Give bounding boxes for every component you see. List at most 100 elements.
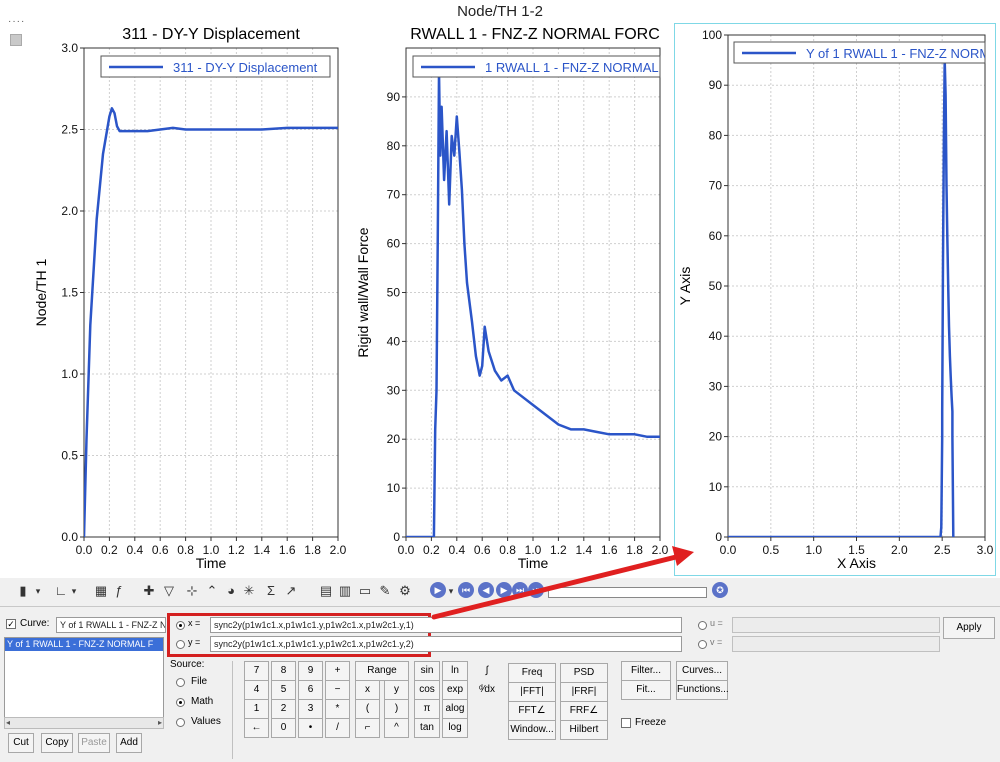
source-values-radio[interactable] — [176, 718, 185, 727]
range-button[interactable]: Range — [355, 661, 409, 681]
keypad-button[interactable]: 0 — [271, 718, 296, 738]
gear-icon[interactable]: ⚙ — [396, 582, 414, 600]
play-icon[interactable]: ▶ — [496, 582, 512, 598]
keypad-button[interactable]: * — [325, 699, 350, 719]
derivative-icon[interactable]: ᵈ⁄dx — [476, 680, 498, 700]
scroll-left-icon[interactable]: ◂ — [6, 718, 10, 727]
scroll-right-icon[interactable]: ▸ — [158, 718, 162, 727]
keypad-button[interactable]: 4 — [244, 680, 269, 700]
crosshair-icon[interactable]: ⊹ — [183, 582, 201, 600]
calculator-icon[interactable]: ▦ — [92, 582, 110, 600]
freq-button[interactable]: PSD — [560, 663, 608, 683]
curve-list-item[interactable]: Y of 1 RWALL 1 - FNZ-Z NORMAL F — [5, 638, 163, 651]
table-icon[interactable]: ▥ — [336, 582, 354, 600]
pi-button[interactable]: π — [414, 699, 440, 719]
keypad-button[interactable]: 7 — [244, 661, 269, 681]
keypad-button[interactable]: / — [325, 718, 350, 738]
dropdown-icon[interactable]: ▾ — [446, 582, 456, 600]
keypad-button[interactable]: 3 — [298, 699, 323, 719]
paste-button[interactable]: Paste — [78, 733, 110, 753]
settings-icon[interactable]: ✪ — [712, 582, 728, 598]
play-icon[interactable]: ▶ — [430, 582, 446, 598]
color-wheel-icon[interactable]: ◕ — [222, 582, 240, 600]
forward-icon[interactable]: ⏭ — [512, 582, 528, 598]
curve-list[interactable]: Y of 1 RWALL 1 - FNZ-Z NORMAL F — [4, 637, 164, 729]
freq-button[interactable]: FFT∠ — [508, 701, 556, 721]
fit-button[interactable]: Fit... — [621, 680, 671, 700]
x-tick-label: 0.2 — [423, 543, 440, 557]
y-radio[interactable] — [176, 640, 185, 649]
func-button-exp[interactable]: exp — [442, 680, 468, 700]
keypad-button[interactable]: • — [298, 718, 323, 738]
copy-button[interactable]: Copy — [41, 733, 73, 753]
source-file-radio[interactable] — [176, 678, 185, 687]
freq-button[interactable]: |FRF| — [560, 682, 608, 702]
curve-name-field[interactable]: Y of 1 RWALL 1 - FNZ-Z NORM — [56, 617, 166, 633]
not-button[interactable]: ⌐ — [355, 718, 380, 738]
apply-button[interactable]: Apply — [943, 617, 995, 639]
x-button[interactable]: x — [355, 680, 380, 700]
keypad-button[interactable]: ← — [244, 718, 269, 738]
back-icon[interactable]: ◀ — [478, 582, 494, 598]
chart-type-icon[interactable]: ▮ — [14, 582, 32, 600]
keypad-button[interactable]: 6 — [298, 680, 323, 700]
curve-checkbox[interactable]: ✓ — [6, 619, 16, 629]
freq-button[interactable]: Window... — [508, 720, 556, 740]
freq-button[interactable]: |FFT| — [508, 682, 556, 702]
slider-track[interactable] — [548, 587, 707, 598]
keypad-button[interactable]: + — [325, 661, 350, 681]
axis-icon[interactable]: ∟ — [52, 582, 70, 600]
open-paren-button[interactable]: ( — [355, 699, 380, 719]
note-icon[interactable]: ✎ — [376, 582, 394, 600]
freeze-checkbox[interactable] — [621, 718, 631, 728]
list-scrollbar[interactable]: ◂ ▸ — [4, 717, 164, 729]
func-button-ln[interactable]: ln — [442, 661, 468, 681]
rewind-icon[interactable]: ⏮ — [458, 582, 474, 598]
asterisk-icon[interactable]: ✳ — [240, 582, 258, 600]
freq-button[interactable]: Hilbert — [560, 720, 608, 740]
func-button-log[interactable]: log — [442, 718, 468, 738]
cut-button[interactable]: Cut — [8, 733, 34, 753]
y-button[interactable]: y — [384, 680, 409, 700]
keypad-button[interactable]: 1 — [244, 699, 269, 719]
freq-button[interactable]: Freq — [508, 663, 556, 683]
peak-icon[interactable]: ⌃ — [203, 582, 221, 600]
curve-fit-icon[interactable]: ↗ — [282, 582, 300, 600]
integral-icon[interactable]: ∫ — [476, 661, 498, 681]
x-radio[interactable] — [176, 621, 185, 630]
add-button[interactable]: Add — [116, 733, 142, 753]
keypad-button[interactable]: 5 — [271, 680, 296, 700]
grid-icon[interactable]: ▤ — [317, 582, 335, 600]
sigma-icon[interactable]: Σ — [262, 582, 280, 600]
curves-button[interactable]: Curves... — [676, 661, 728, 681]
func-button-tan[interactable]: tan — [414, 718, 440, 738]
v-radio[interactable] — [698, 640, 707, 649]
y-expression-field[interactable]: sync2y(p1w1c1.x,p1w1c1.y,p1w2c1.x,p1w2c1… — [210, 636, 682, 652]
u-field[interactable] — [732, 617, 940, 633]
func-button-cos[interactable]: cos — [414, 680, 440, 700]
add-curve-icon[interactable]: ✚ — [140, 582, 158, 600]
y-tick-label: 70 — [387, 188, 401, 202]
v-field[interactable] — [732, 636, 940, 652]
func-button-sin[interactable]: sin — [414, 661, 440, 681]
page-icon[interactable]: ▭ — [356, 582, 374, 600]
keypad-button[interactable]: 2 — [271, 699, 296, 719]
keypad-button[interactable]: 9 — [298, 661, 323, 681]
keypad-button[interactable]: − — [325, 680, 350, 700]
y-axis-label: Rigid wall/Wall Force — [355, 227, 371, 357]
dropdown-icon[interactable]: ▾ — [33, 582, 43, 600]
functions-button[interactable]: Functions... — [676, 680, 729, 700]
func-button-alog[interactable]: alog — [442, 699, 468, 719]
fx-icon[interactable]: ƒ — [110, 582, 128, 600]
end-icon[interactable]: ⏯ — [528, 582, 544, 598]
close-paren-button[interactable]: ) — [384, 699, 409, 719]
keypad-button[interactable]: 8 — [271, 661, 296, 681]
freq-button[interactable]: FRF∠ — [560, 701, 608, 721]
u-radio[interactable] — [698, 621, 707, 630]
source-math-radio[interactable] — [176, 698, 185, 707]
x-expression-field[interactable]: sync2y(p1w1c1.x,p1w1c1.y,p1w2c1.x,p1w2c1… — [210, 617, 682, 633]
filter-icon[interactable]: ▽ — [160, 582, 178, 600]
dropdown-icon[interactable]: ▾ — [69, 582, 79, 600]
filter-button[interactable]: Filter... — [621, 661, 671, 681]
power-button[interactable]: ^ — [384, 718, 409, 738]
